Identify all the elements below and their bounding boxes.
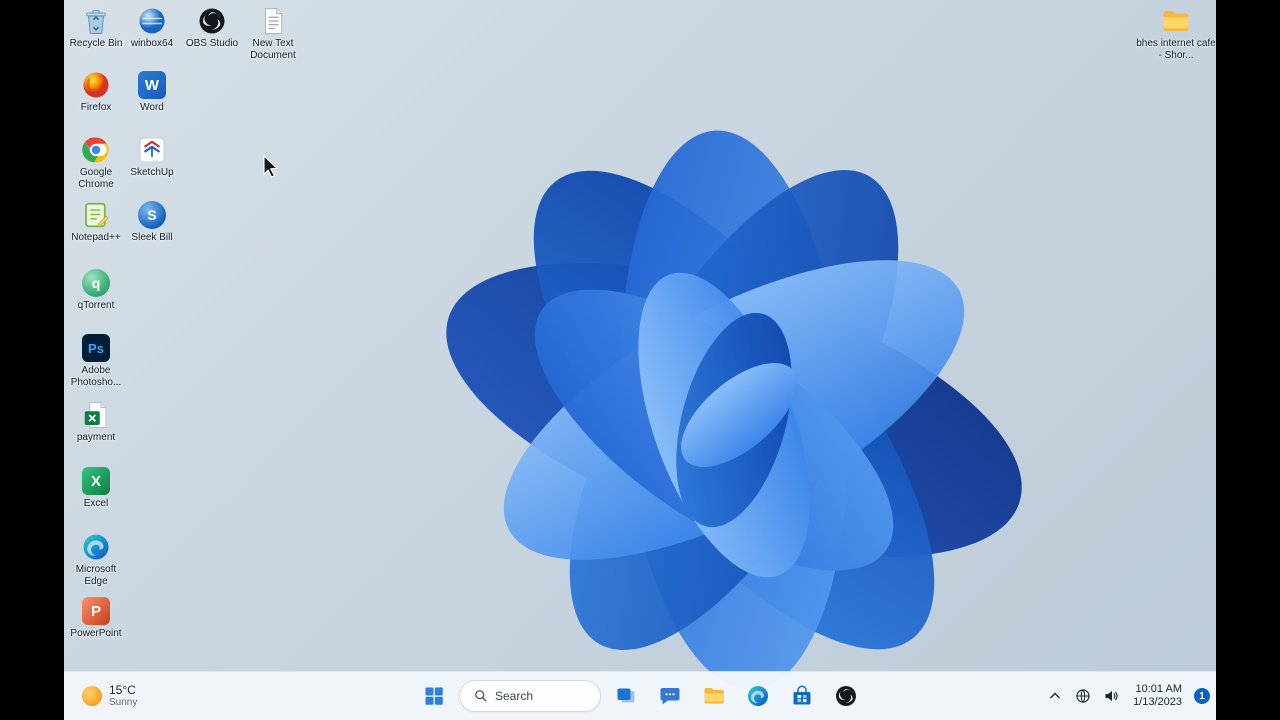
edge-taskbar-button[interactable] (739, 676, 777, 716)
icon-label: Google Chrome (78, 167, 114, 190)
obs-taskbar-button[interactable] (827, 676, 865, 716)
desktop-icon-notepad-plus-plus[interactable]: Notepad++ (64, 200, 128, 244)
icon-label: bhes internet cafe - Shor... (1136, 38, 1216, 61)
clock[interactable]: 10:01 AM 1/13/2023 (1127, 683, 1188, 709)
search-icon (475, 690, 487, 702)
icon-label: Excel (83, 498, 109, 509)
icon-label: Firefox (80, 102, 112, 113)
speaker-icon (1105, 691, 1118, 701)
text-document-icon (258, 6, 288, 36)
network-button[interactable] (1071, 676, 1095, 716)
powerpoint-icon: P (81, 596, 111, 626)
powerpoint-glyph: P (82, 597, 110, 625)
photoshop-icon: Ps (81, 333, 111, 363)
notepad-plus-plus-icon (81, 200, 111, 230)
start-button[interactable] (415, 676, 453, 716)
icon-label: qTorrent (77, 300, 115, 311)
desktop-icon-powerpoint[interactable]: P PowerPoint (64, 596, 128, 640)
letterbox-left (0, 0, 64, 720)
screen: Recycle Bin Firefox Google Chrome Notepa… (0, 0, 1280, 720)
winbox-icon (137, 6, 167, 36)
icon-label: payment (76, 432, 116, 443)
word-glyph: W (138, 71, 166, 99)
tray-overflow-button[interactable] (1043, 676, 1067, 716)
icon-label: New Text Document (250, 38, 296, 61)
icon-label: winbox64 (130, 38, 174, 49)
icon-label: Word (140, 102, 164, 113)
sleek-bill-icon: S (137, 200, 167, 230)
file-explorer-button[interactable] (695, 676, 733, 716)
task-view-button[interactable] (607, 676, 645, 716)
icon-label: PowerPoint (70, 628, 122, 639)
qtorrent-icon: q (81, 268, 111, 298)
desktop-icon-shared-folder[interactable]: bhes internet cafe - Shor... (1136, 6, 1216, 62)
excel-icon: X (81, 466, 111, 496)
excel-glyph: X (82, 467, 110, 495)
system-tray: 10:01 AM 1/13/2023 1 (1043, 672, 1210, 720)
icon-label: Notepad++ (71, 232, 121, 243)
folder-icon (1161, 6, 1191, 36)
clock-date: 1/13/2023 (1133, 696, 1182, 708)
microsoft-store-button[interactable] (783, 676, 821, 716)
desktop-icon-payment[interactable]: payment (64, 400, 128, 444)
wallpaper-bloom (446, 130, 1022, 690)
icon-label: SketchUp (130, 167, 174, 178)
desktop-icon-qtorrent[interactable]: q qTorrent (64, 268, 128, 312)
weather-temperature: 15°C (109, 683, 136, 697)
letterbox-right (1216, 0, 1280, 720)
icon-label: Microsoft Edge (75, 564, 117, 587)
search-label: Search (495, 689, 534, 703)
chat-icon (660, 688, 680, 705)
desktop-icon-sleek-bill[interactable]: S Sleek Bill (120, 200, 184, 244)
notification-badge[interactable]: 1 (1194, 688, 1210, 704)
photoshop-glyph: Ps (82, 334, 110, 362)
desktop[interactable]: Recycle Bin Firefox Google Chrome Notepa… (64, 0, 1216, 720)
desktop-icon-excel[interactable]: X Excel (64, 466, 128, 510)
taskbar: 15°C Sunny Search 10:01 AM 1/13/2023 1 (64, 671, 1216, 720)
icon-label: Recycle Bin (69, 38, 123, 49)
obs-icon (836, 686, 856, 706)
recycle-bin-icon (81, 6, 111, 36)
desktop-icon-obs-studio[interactable]: OBS Studio (180, 6, 244, 50)
search-box[interactable]: Search (459, 680, 601, 712)
edge-icon (748, 686, 768, 706)
file-explorer-icon (704, 688, 724, 704)
desktop-icon-photoshop[interactable]: Ps Adobe Photosho... (64, 333, 128, 389)
windows-logo-icon (425, 687, 443, 705)
desktop-icon-recycle-bin[interactable]: Recycle Bin (64, 6, 128, 50)
word-icon: W (137, 70, 167, 100)
taskbar-center: Search (415, 672, 865, 720)
sleek-bill-glyph: S (138, 201, 166, 229)
weather-condition: Sunny (109, 697, 138, 708)
desktop-icon-microsoft-edge[interactable]: Microsoft Edge (64, 532, 128, 588)
desktop-icon-winbox64[interactable]: winbox64 (120, 6, 184, 50)
chrome-icon (81, 135, 111, 165)
task-view-icon (617, 688, 635, 703)
desktop-icon-word[interactable]: W Word (120, 70, 184, 114)
volume-button[interactable] (1099, 676, 1123, 716)
desktop-icon-sketchup[interactable]: SketchUp (120, 135, 184, 179)
excel-file-icon (81, 400, 111, 430)
clock-time: 10:01 AM (1135, 683, 1182, 695)
sketchup-icon (137, 135, 167, 165)
obs-icon (197, 6, 227, 36)
microsoft-store-icon (793, 685, 811, 705)
chevron-up-icon (1050, 692, 1061, 699)
weather-widget[interactable]: 15°C Sunny (74, 672, 145, 720)
mouse-cursor (263, 155, 279, 178)
chat-button[interactable] (651, 676, 689, 716)
qtorrent-glyph: q (82, 269, 110, 297)
edge-icon (81, 532, 111, 562)
firefox-icon (81, 70, 111, 100)
network-globe-icon (1076, 689, 1090, 703)
desktop-icon-new-text-document[interactable]: New Text Document (241, 6, 305, 62)
desktop-icon-google-chrome[interactable]: Google Chrome (64, 135, 128, 191)
sun-icon (82, 686, 102, 706)
desktop-icon-firefox[interactable]: Firefox (64, 70, 128, 114)
icon-label: OBS Studio (185, 38, 239, 49)
icon-label: Sleek Bill (131, 232, 173, 243)
icon-label: Adobe Photosho... (70, 365, 122, 388)
